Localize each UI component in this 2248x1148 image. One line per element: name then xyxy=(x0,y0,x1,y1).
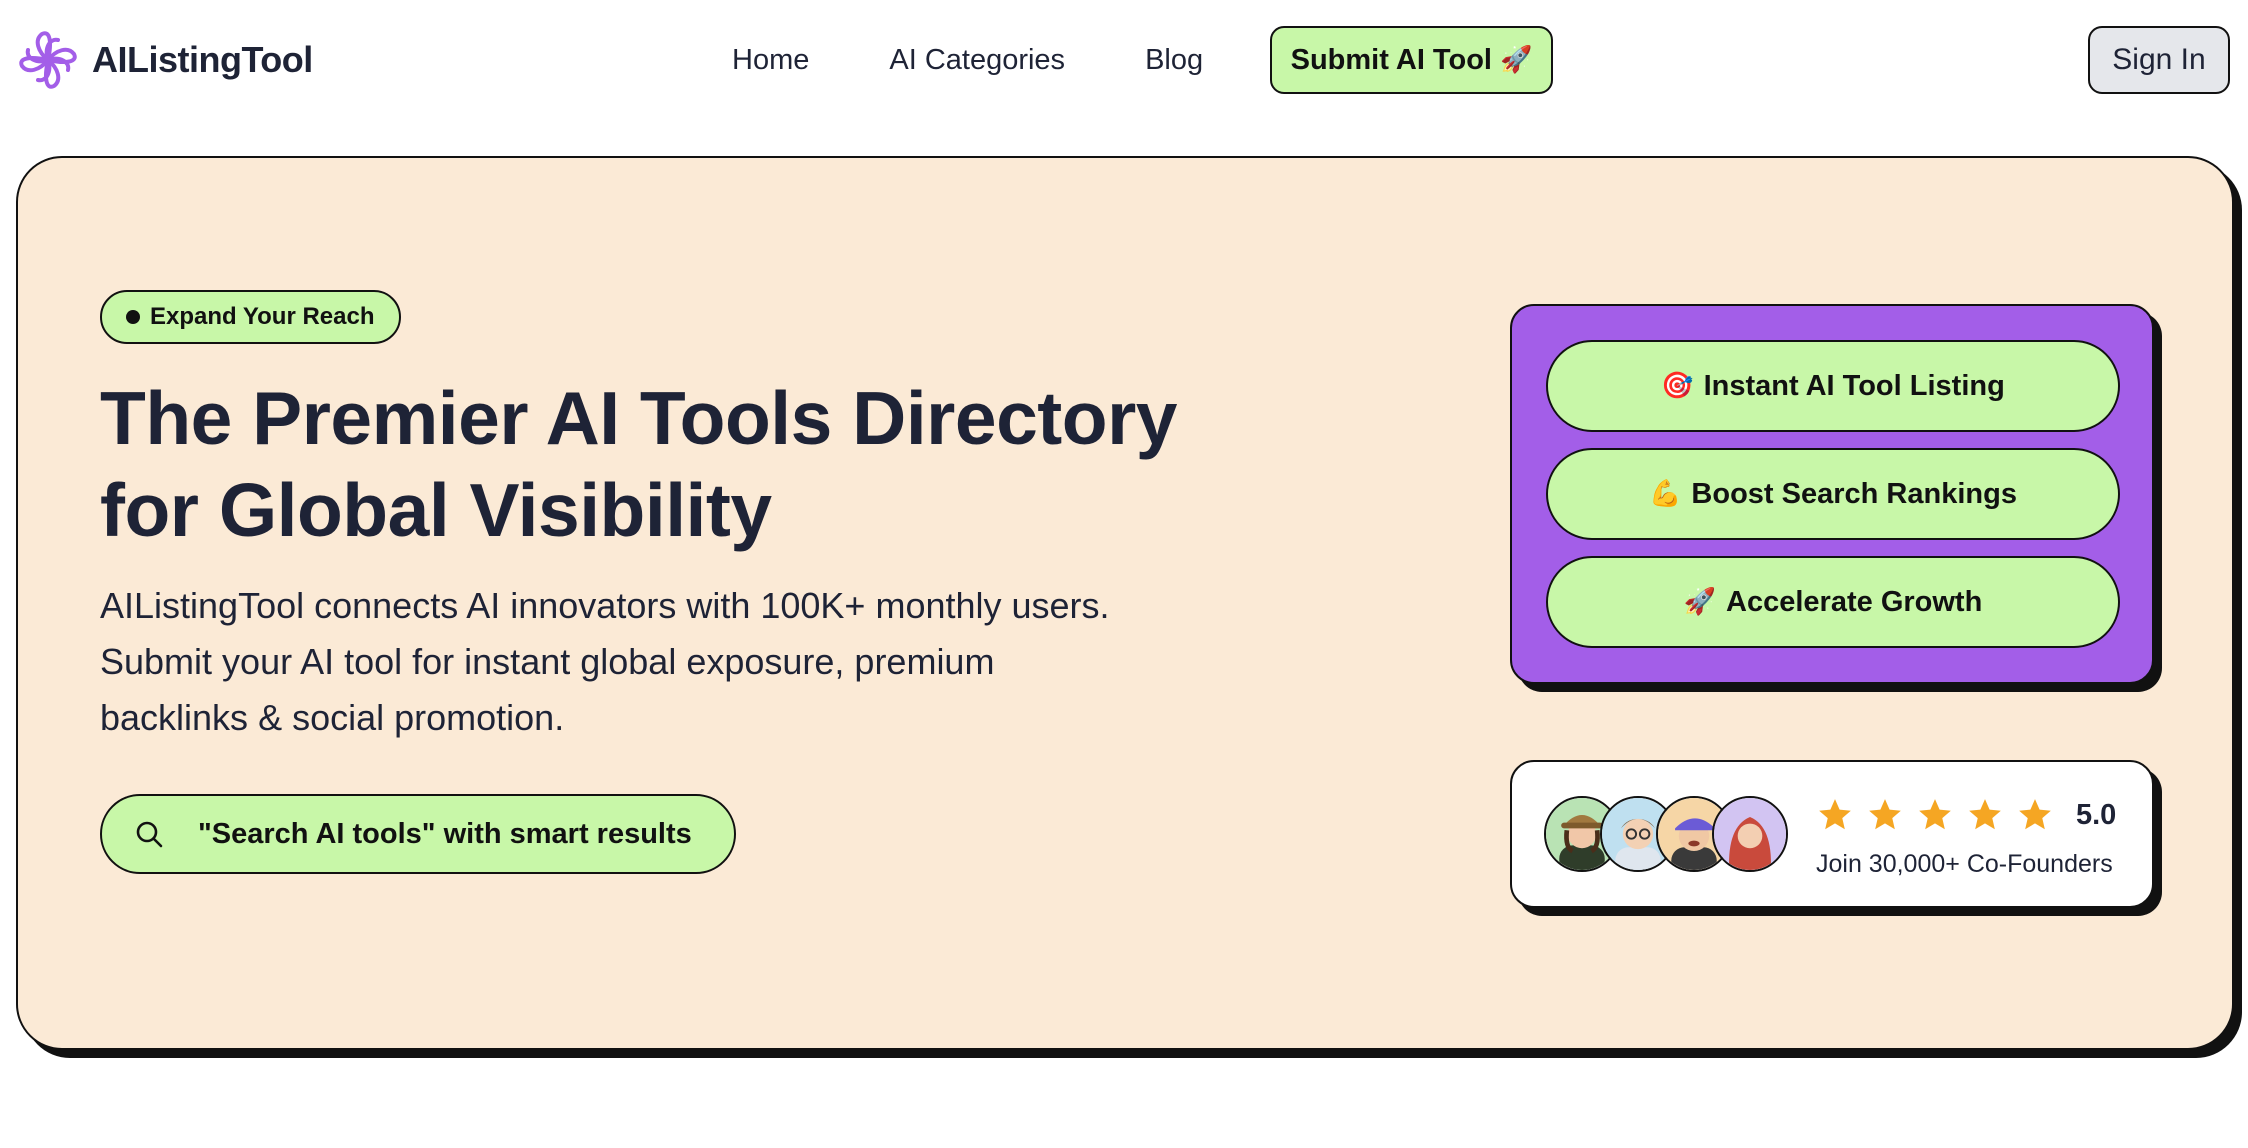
brand-name: AIListingTool xyxy=(92,39,313,80)
nav-link-home[interactable]: Home xyxy=(732,44,809,77)
join-cofounders-text: Join 30,000+ Co-Founders xyxy=(1816,850,2113,878)
hero-section: Expand Your Reach The Premier AI Tools D… xyxy=(16,156,2234,1050)
nav-links: Home AI Categories Blog xyxy=(732,0,1283,120)
star-rating: 5.0 xyxy=(1816,796,2116,834)
brand-logo-link[interactable]: AIListingTool xyxy=(16,28,313,92)
search-ai-tools-button[interactable]: "Search AI tools" with smart results xyxy=(100,794,736,874)
submit-ai-tool-button[interactable]: Submit AI Tool 🚀 xyxy=(1270,26,1553,94)
star-icon xyxy=(1819,799,1851,830)
rocket-icon: 🚀 xyxy=(1499,45,1533,75)
badge-label: Expand Your Reach xyxy=(150,303,375,330)
submit-label: Submit AI Tool xyxy=(1290,43,1492,76)
nav-link-blog[interactable]: Blog xyxy=(1145,44,1203,77)
top-navigation: AIListingTool Home AI Categories Blog Su… xyxy=(0,0,2248,120)
instant-listing-button[interactable]: 🎯 Instant AI Tool Listing xyxy=(1546,340,2120,432)
boost-rankings-button[interactable]: 💪 Boost Search Rankings xyxy=(1546,448,2120,540)
feature-card: 🎯 Instant AI Tool Listing 💪 Boost Search… xyxy=(1510,304,2154,684)
star-icon xyxy=(1919,799,1951,830)
accelerate-growth-button[interactable]: 🚀 Accelerate Growth xyxy=(1546,556,2120,648)
expand-reach-badge: Expand Your Reach xyxy=(100,290,401,344)
nav-link-ai-categories[interactable]: AI Categories xyxy=(889,44,1065,77)
hero-title: The Premier AI Tools Directory for Globa… xyxy=(100,372,1300,556)
muscle-icon: 💪 xyxy=(1649,479,1682,509)
feature-label: Accelerate Growth xyxy=(1726,585,1983,618)
search-icon xyxy=(134,819,164,849)
hero-title-line-1: The Premier AI Tools Directory xyxy=(100,376,1177,460)
star-icon xyxy=(1869,799,1901,830)
star-icon xyxy=(2019,799,2051,830)
rocket-icon: 🚀 xyxy=(1683,587,1717,617)
search-cta-label: "Search AI tools" with smart results xyxy=(198,817,692,850)
star-icon xyxy=(1969,799,2001,830)
feature-label: Instant AI Tool Listing xyxy=(1703,369,2005,402)
pinwheel-logo-icon xyxy=(16,28,80,92)
rating-score: 5.0 xyxy=(2076,798,2117,831)
hero-title-line-2: for Global Visibility xyxy=(100,468,772,552)
avatar-group xyxy=(1544,796,1788,872)
feature-label: Boost Search Rankings xyxy=(1691,477,2017,510)
avatar-woman-hijab xyxy=(1712,796,1788,872)
bullet-dot-icon xyxy=(126,310,140,324)
sign-in-button[interactable]: Sign In xyxy=(2088,26,2230,94)
target-icon: 🎯 xyxy=(1661,371,1694,401)
hero-description: AIListingTool connects AI innovators wit… xyxy=(100,585,1110,738)
rating-card: 5.0 Join 30,000+ Co-Founders xyxy=(1510,760,2154,908)
